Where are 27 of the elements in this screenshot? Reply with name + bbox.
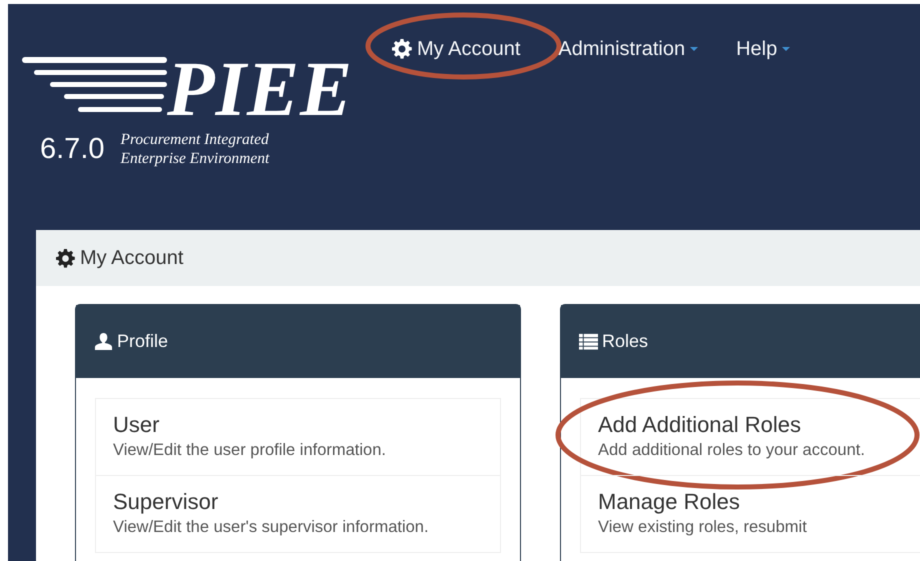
item-description: View existing roles, resubmit (598, 516, 808, 538)
user-icon (94, 332, 113, 351)
settings-icon (392, 39, 412, 59)
logo-wordmark: PIEE (167, 50, 354, 128)
caret-icon (782, 47, 790, 51)
list-item[interactable]: User View/Edit the user profile information. (95, 398, 501, 476)
list-item[interactable]: Supervisor View/Edit the user's supervisor information. (95, 475, 501, 554)
nav-link[interactable]: My Account (392, 34, 520, 64)
item-description: View/Edit the user profile information. (113, 440, 387, 461)
card-title: Roles (602, 330, 648, 353)
item-title: Manage Roles (598, 488, 741, 516)
logo-tagline: Procurement Integrated (120, 130, 270, 149)
list-item[interactable]: Add Additional Roles Add additional roles to your account. (580, 398, 920, 476)
version-label: 6.7.0 (40, 134, 104, 164)
card-title: Profile (117, 330, 168, 353)
caret-icon (690, 47, 698, 51)
panel-title: My Account (80, 246, 184, 271)
logo-tagline: Enterprise Environment (120, 149, 270, 168)
nav-link[interactable]: Help (736, 34, 790, 64)
item-title: User (113, 411, 160, 439)
list-icon (579, 332, 598, 351)
list-item[interactable]: Manage Roles View existing roles, resubmit (580, 475, 920, 554)
item-title: Add Additional Roles (598, 411, 802, 439)
settings-icon (56, 248, 75, 268)
item-description: Add additional roles to your account. (598, 440, 866, 461)
item-description: View/Edit the user's supervisor information. (113, 516, 430, 538)
item-title: Supervisor (113, 488, 220, 516)
